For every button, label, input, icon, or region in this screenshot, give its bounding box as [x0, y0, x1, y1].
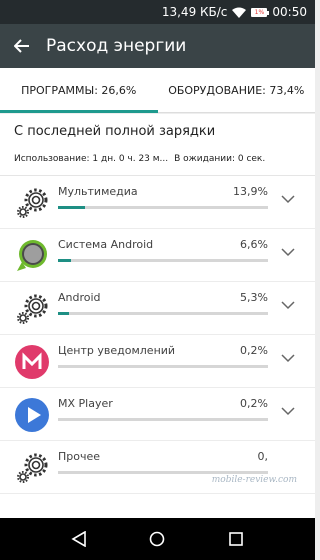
- app-name: MX Player: [58, 397, 113, 410]
- app-name: Мультимедиа: [58, 185, 138, 198]
- arrow-back-icon: [14, 39, 29, 53]
- android-system-icon: [17, 240, 47, 271]
- usage-bar: [58, 471, 268, 474]
- mx-player-icon: [15, 398, 49, 432]
- battery-usage-panel: С последней полной зарядки Использование…: [0, 114, 315, 518]
- app-bar: Расход энергии: [0, 24, 315, 68]
- app-name: Система Android: [58, 238, 154, 251]
- status-bar: 13,49 КБ/с 1% 00:50: [0, 0, 315, 24]
- usage-bar: [58, 206, 268, 209]
- page-title: Расход энергии: [46, 36, 187, 56]
- home-icon[interactable]: [149, 531, 165, 547]
- battery-level: 1%: [254, 8, 265, 16]
- usage-bar: [58, 418, 268, 421]
- app-percent: 5,3%: [240, 291, 268, 304]
- battery-icon: 1%: [251, 7, 270, 17]
- usage-bar-fill: [58, 312, 69, 315]
- recents-icon[interactable]: [228, 531, 244, 547]
- gear-icon: [17, 453, 48, 483]
- usage-summary: Использование: 1 дн. 0 ч. 23 м... В ожид…: [14, 154, 265, 164]
- wifi-icon: [232, 7, 247, 18]
- app-percent: 13,9%: [233, 185, 268, 198]
- tab-programs[interactable]: ПРОГРАММЫ: 26,6%: [0, 68, 158, 113]
- app-name: Прочее: [58, 450, 101, 463]
- app-percent: 0,2%: [240, 397, 268, 410]
- gear-icon: [17, 188, 48, 218]
- standby-time: В ожидании: 0 сек.: [174, 154, 266, 164]
- usage-bar: [58, 259, 268, 262]
- chevron-down-icon[interactable]: [281, 353, 295, 363]
- usage-bar-fill: [58, 206, 86, 209]
- app-percent: 0,2%: [240, 344, 268, 357]
- list-item[interactable]: Система Android 6,6%: [0, 229, 315, 282]
- app-name: Android: [58, 291, 101, 304]
- list-item[interactable]: Прочее 0,: [0, 441, 315, 494]
- usage-bar: [58, 312, 268, 315]
- usage-bar: [58, 365, 268, 368]
- list-item[interactable]: Мультимедиа 13,9%: [0, 176, 315, 229]
- network-speed: 13,49 КБ/с: [161, 5, 228, 19]
- gear-icon: [17, 294, 48, 324]
- app-name: Центр уведомлений: [58, 344, 176, 357]
- chevron-down-icon[interactable]: [281, 247, 295, 257]
- section-title: С последней полной зарядки: [14, 124, 216, 139]
- navigation-bar: [0, 518, 315, 560]
- tab-bar: ПРОГРАММЫ: 26,6% ОБОРУДОВАНИЕ: 73,4%: [0, 68, 315, 113]
- clock: 00:50: [272, 5, 307, 19]
- app-percent: 6,6%: [240, 238, 268, 251]
- watermark: mobile-review.com: [211, 475, 297, 485]
- notification-center-icon: [15, 345, 49, 379]
- chevron-down-icon[interactable]: [281, 406, 295, 416]
- list-item[interactable]: Центр уведомлений 0,2%: [0, 335, 315, 388]
- chevron-down-icon[interactable]: [281, 300, 295, 310]
- chevron-down-icon[interactable]: [281, 194, 295, 204]
- app-percent: 0,: [257, 450, 269, 463]
- list-item[interactable]: Android 5,3%: [0, 282, 315, 335]
- usage-time: Использование: 1 дн. 0 ч. 23 м...: [14, 154, 169, 164]
- back-nav-icon[interactable]: [71, 531, 87, 547]
- usage-bar-fill: [58, 259, 71, 262]
- tab-hardware[interactable]: ОБОРУДОВАНИЕ: 73,4%: [158, 68, 316, 112]
- back-button[interactable]: [0, 24, 44, 68]
- list-item[interactable]: MX Player 0,2%: [0, 388, 315, 441]
- status-icons: 13,49 КБ/с 1% 00:50: [162, 0, 307, 24]
